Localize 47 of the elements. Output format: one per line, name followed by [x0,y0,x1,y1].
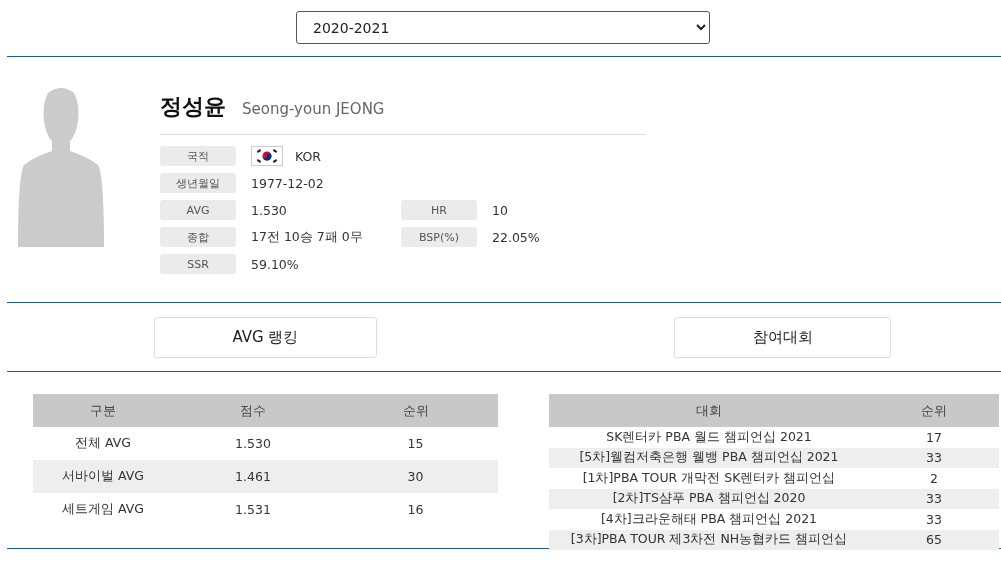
table-cell-text: 1.461 [234,469,272,484]
info-value: 1.530 [251,202,287,218]
info-label: 국적 [160,146,236,166]
table-cell-text: [2차]TS샴푸 PBA 챔피언십 2020 [611,490,807,508]
tournaments-button[interactable]: 참여대회 [674,316,891,358]
info-label: HR [401,200,477,220]
info-value: 22.05% [492,229,540,245]
info-label: SSR [160,254,236,274]
column-header: 구분 [89,401,117,420]
info-label: 생년월일 [160,173,236,193]
info-label: AVG [160,200,236,220]
column-header: 점수 [239,401,267,420]
table-cell-text: SK렌터카 PBA 월드 챔피언십 2021 [605,428,813,446]
season-select[interactable]: 2020-2021 [296,11,710,44]
table-cell-text: [1차]PBA TOUR 개막전 SK렌터카 챔피언십 [581,469,837,487]
person-silhouette-icon [18,85,104,247]
table-cell-text: 서바이벌 AVG [61,468,145,485]
table-cell-text: 전체 AVG [74,435,132,452]
info-label: 종합 [160,227,236,247]
table-cell-text: 1.531 [234,502,272,517]
table-cell-text: [3차]PBA TOUR 제3차전 NH농협카드 챔피언십 [569,531,849,549]
table-cell-text: 15 [406,436,425,451]
player-name: 정성윤 [160,93,226,121]
info-value: KOR [295,148,322,164]
table-cell-text: 17 [925,429,943,445]
player-name-english: Seong-youn JEONG [242,100,385,118]
table-cell-text: 33 [925,491,943,507]
column-header: 순위 [920,401,948,420]
table-cell-text: 33 [925,511,943,527]
table-cell-text: 65 [925,532,943,548]
info-value: 1977-12-02 [251,175,324,191]
info-value: 59.10% [251,256,299,272]
table-cell-text: 1.530 [234,436,272,451]
info-value: 17전 10승 7패 0무 [251,228,363,246]
table-cell-text: 16 [406,502,425,517]
table-cell-text: [4차]크라운해태 PBA 챔피언십 2021 [599,510,819,528]
flag-icon [251,146,283,166]
table-cell-text: [5차]웰컴저축은행 웰뱅 PBA 챔피언십 2021 [578,449,840,467]
ranking-button[interactable]: AVG 랭킹 [154,316,377,358]
table-cell-text: 30 [406,469,425,484]
column-header: 대회 [695,401,723,420]
info-label: BSP(%) [401,227,477,247]
table-cell-text: 2 [929,470,939,486]
table-cell-text: 세트게임 AVG [61,501,145,518]
info-value: 10 [492,202,508,218]
column-header: 순위 [401,401,430,420]
table-cell-text: 33 [925,450,943,466]
